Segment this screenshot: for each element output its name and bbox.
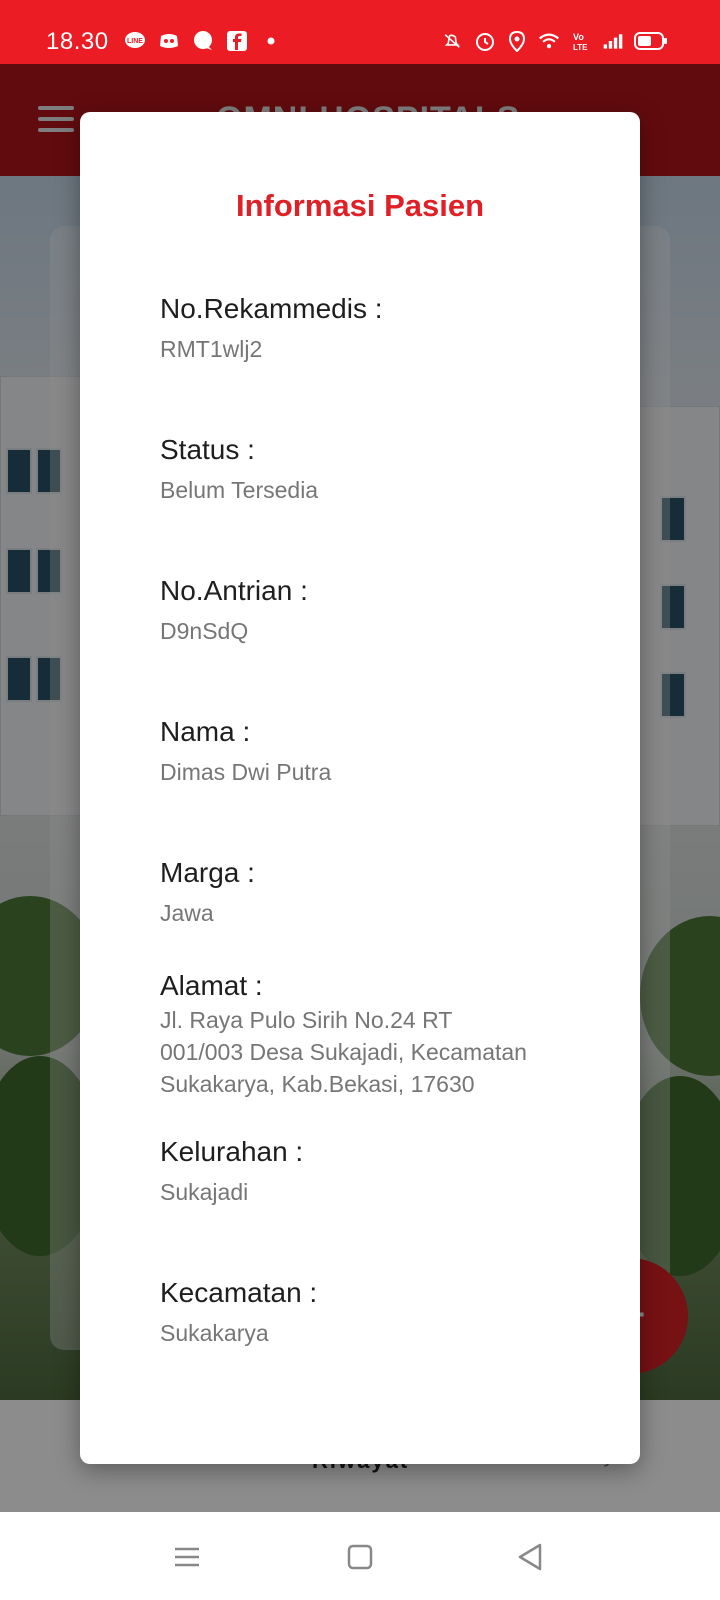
status-bar: 18.30 LINE Vo LTE [0, 0, 720, 64]
field-label: Kelurahan : [160, 1136, 304, 1167]
dialog-title: Informasi Pasien [235, 188, 485, 223]
field-label: Marga : [160, 857, 255, 888]
back-triangle-icon[interactable] [515, 1542, 545, 1572]
battery-icon [634, 30, 668, 52]
mute-icon [442, 30, 464, 52]
field-label: Kecamatan : [160, 1277, 318, 1308]
field-nama: Nama : Dimas Dwi Putra [160, 715, 580, 787]
field-value: Dimas Dwi Putra [160, 759, 332, 785]
notification-icons: LINE [124, 30, 282, 52]
field-value: Belum Tersedia [160, 477, 319, 503]
field-value: RMT1wlj2 [160, 336, 263, 362]
chat-bubble-icon [192, 30, 214, 52]
address-line: 001/003 Desa Sukajadi, Kecamatan [160, 1039, 527, 1065]
line-icon: LINE [124, 30, 146, 52]
field-marga: Marga : Jawa [160, 856, 580, 928]
location-icon [506, 30, 528, 52]
alarm-icon [474, 30, 496, 52]
system-status-icons: Vo LTE [442, 30, 668, 52]
field-no-antrian: No.Antrian : D9nSdQ [160, 574, 580, 646]
field-status: Status : Belum Tersedia [160, 433, 580, 505]
field-kecamatan: Kecamatan : Sukakarya [160, 1276, 580, 1348]
field-label: No.Rekammedis : [160, 293, 383, 324]
field-label: No.Antrian : [160, 575, 308, 606]
svg-text:Vo: Vo [573, 32, 584, 42]
field-kelurahan: Kelurahan : Sukajadi [160, 1135, 580, 1207]
field-label: Alamat : [160, 970, 263, 1001]
field-value: Sukakarya [160, 1320, 269, 1346]
field-label: Status : [160, 434, 255, 465]
wifi-icon [538, 30, 560, 52]
field-label: Nama : [160, 716, 251, 747]
facebook-icon [226, 30, 248, 52]
address-line: Sukakarya, Kab.Bekasi, 17630 [160, 1071, 475, 1097]
field-no-rekammedis: No.Rekammedis : RMT1wlj2 [160, 292, 580, 364]
recents-icon[interactable] [172, 1542, 202, 1572]
signal-icon [602, 30, 624, 52]
discord-icon [158, 30, 180, 52]
dot-icon [260, 30, 282, 52]
home-square-icon[interactable] [345, 1542, 375, 1572]
field-value: Sukajadi [160, 1179, 249, 1205]
volte-icon: Vo LTE [570, 30, 592, 52]
svg-text:LINE: LINE [127, 38, 143, 45]
status-time: 18.30 [46, 28, 109, 55]
field-value: D9nSdQ [160, 618, 249, 644]
address-line: Jl. Raya Pulo Sirih No.24 RT [160, 1007, 453, 1033]
field-value: Jawa [160, 900, 214, 926]
patient-info-dialog: Informasi Pasien No.Rekammedis : RMT1wlj… [80, 112, 640, 1464]
system-nav-bar [0, 1512, 720, 1600]
svg-text:LTE: LTE [573, 43, 588, 52]
field-alamat: Alamat : Jl. Raya Pulo Sirih No.24 RT 00… [160, 969, 580, 1099]
